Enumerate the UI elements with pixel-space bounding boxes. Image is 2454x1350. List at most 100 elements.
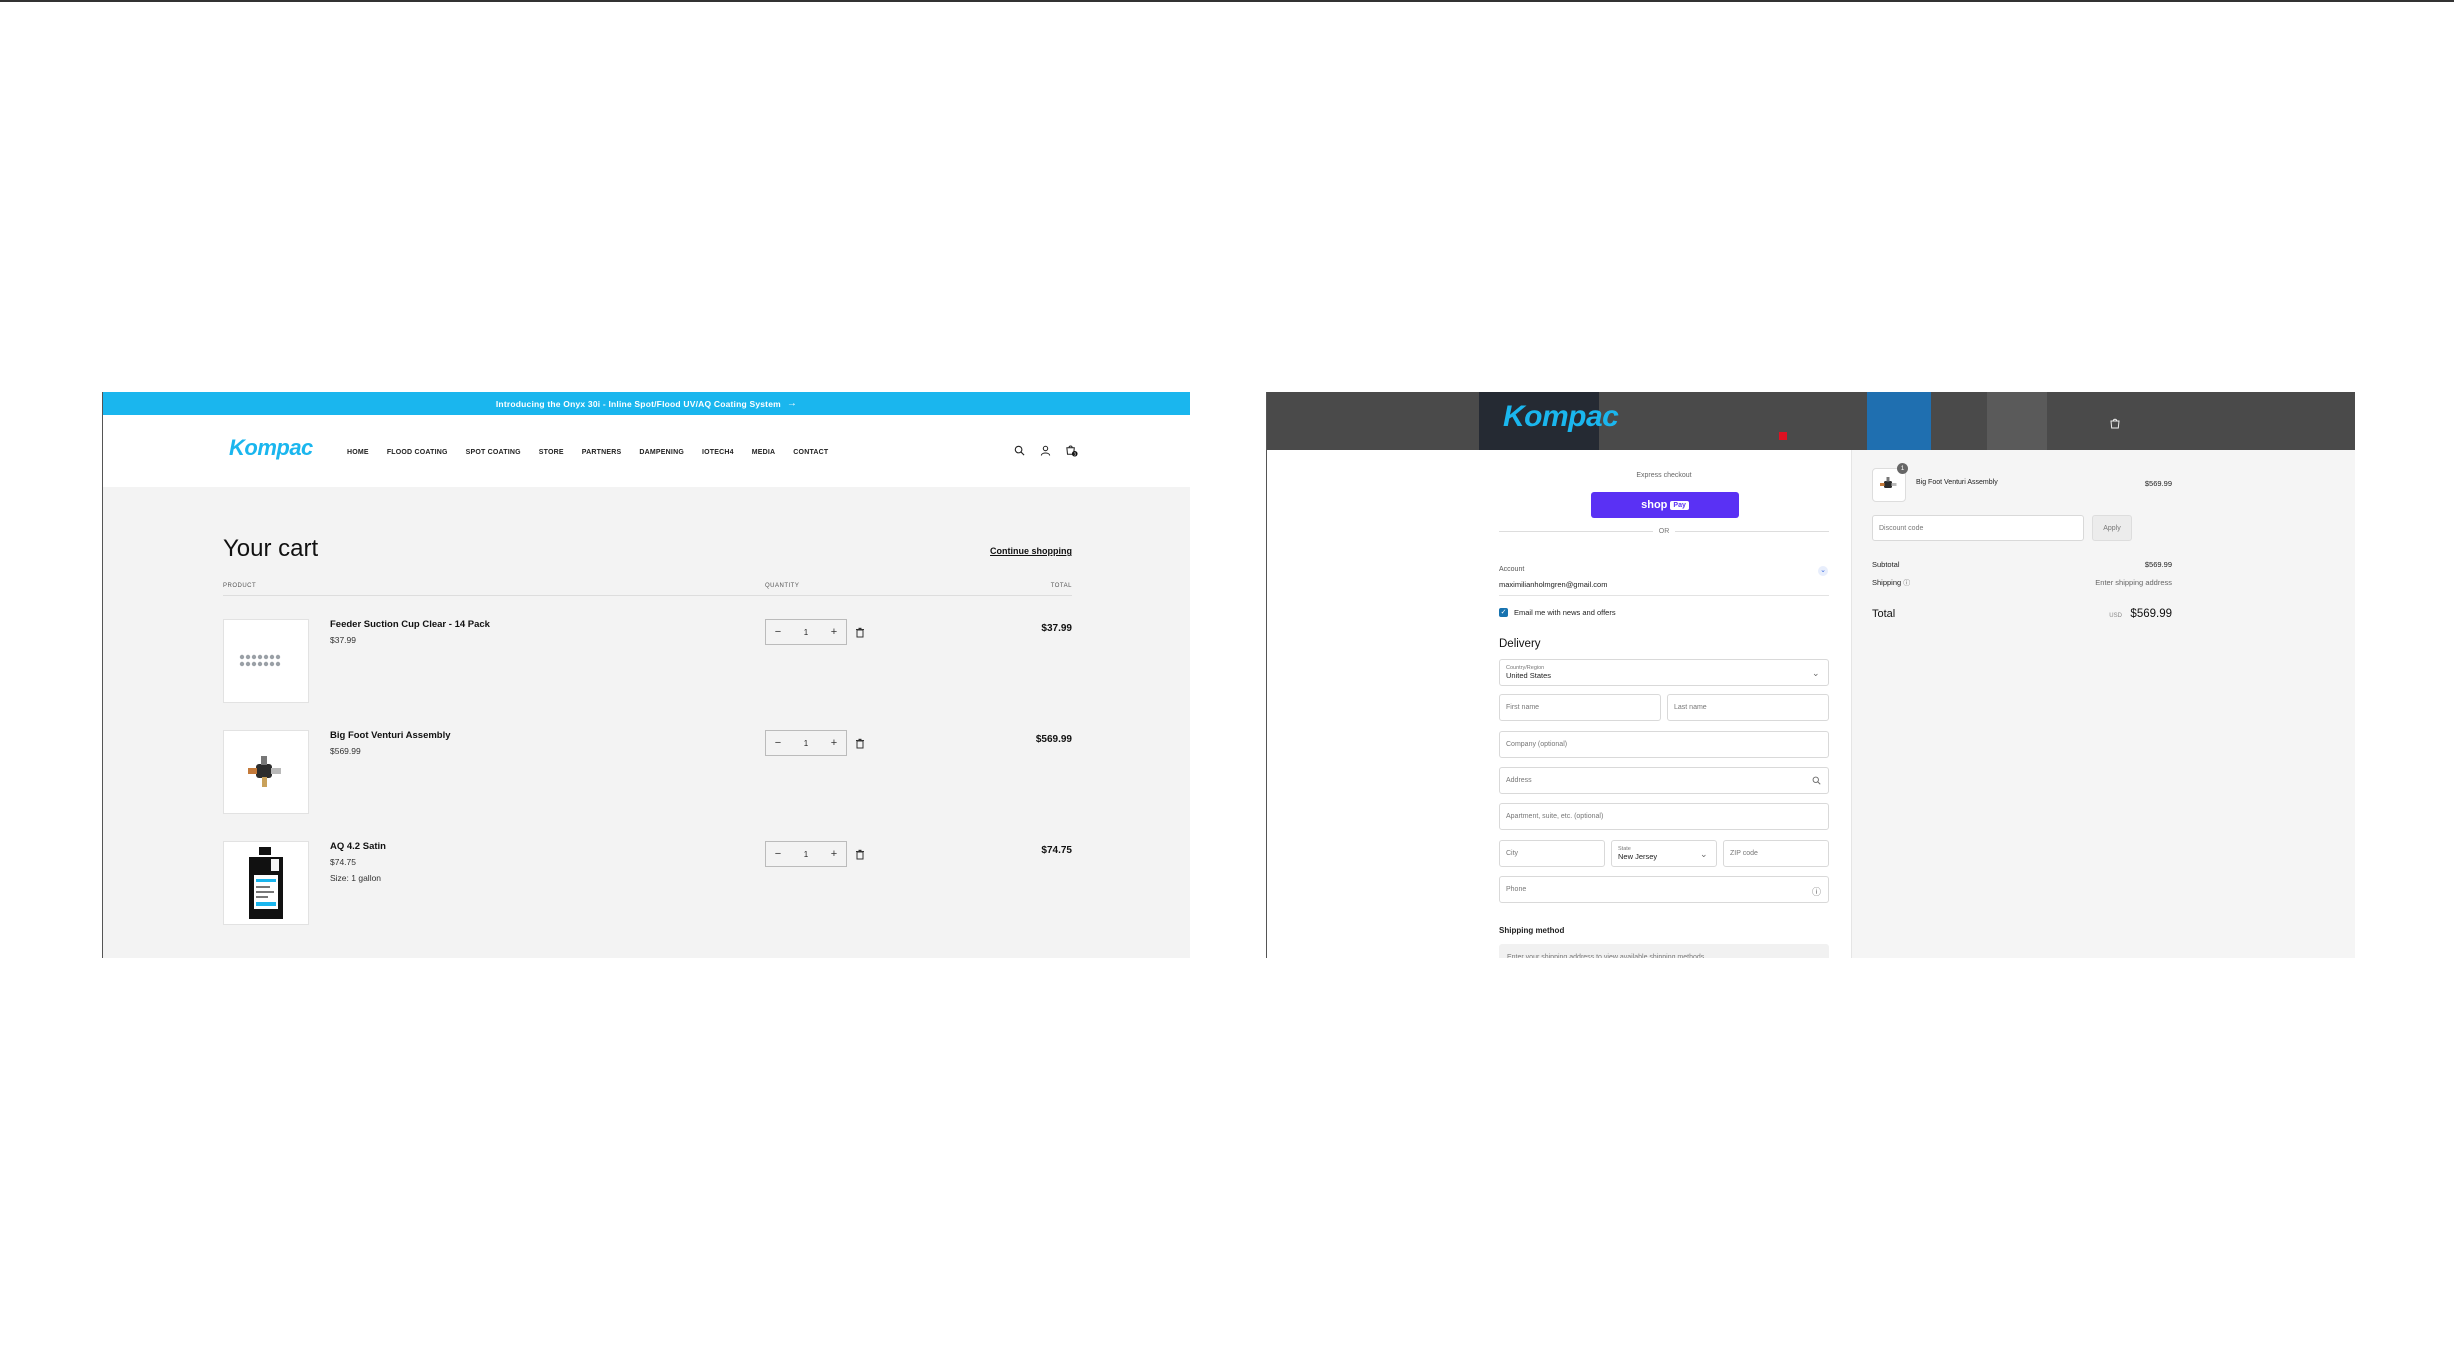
email-offers-checkbox[interactable]: ✓ (1499, 608, 1508, 617)
product-image-jug[interactable] (223, 841, 309, 925)
checkout-logo[interactable]: Kompac (1503, 400, 1619, 434)
total-value: $569.99 (2130, 608, 2172, 620)
shipping-method-notice: Enter your shipping address to view avai… (1499, 944, 1829, 958)
nav-spot-coating[interactable]: SPOT COATING (466, 449, 521, 456)
increase-quantity-button[interactable]: + (822, 626, 846, 638)
site-logo[interactable]: Kompac (229, 435, 313, 461)
account-icon[interactable] (1038, 443, 1052, 457)
bag-icon[interactable] (2109, 416, 2121, 429)
account-divider (1499, 595, 1829, 596)
express-checkout-label: Express checkout (1636, 472, 1692, 479)
decrease-quantity-button[interactable]: − (766, 737, 790, 749)
shop-pay-button[interactable]: shop Pay (1591, 492, 1739, 518)
discount-placeholder: Discount code (1879, 524, 1924, 532)
country-value: United States (1506, 671, 1552, 680)
nav-dampening[interactable]: DAMPENING (639, 449, 684, 456)
hero-machine-shape (1867, 392, 1931, 450)
chevron-down-icon[interactable]: ⌄ (1818, 566, 1828, 576)
continue-shopping-link[interactable]: Continue shopping (990, 546, 1072, 556)
col-header-total: TOTAL (1050, 583, 1072, 589)
account-label: Account (1499, 566, 1525, 573)
quantity-value[interactable]: 1 (804, 739, 808, 748)
subtotal-label: Subtotal (1872, 560, 1900, 569)
announcement-text: Introducing the Onyx 30i - Inline Spot/F… (495, 398, 781, 409)
product-image-suction-cups[interactable] (223, 619, 309, 703)
increase-quantity-button[interactable]: + (822, 737, 846, 749)
item-name[interactable]: AQ 4.2 Satin (330, 841, 386, 852)
nav-contact[interactable]: CONTACT (793, 449, 828, 456)
or-divider: OR (1499, 528, 1829, 535)
country-select[interactable]: Country/Region United States ⌄ (1499, 659, 1829, 686)
help-icon[interactable]: ⓘ (1903, 580, 1910, 587)
phone-placeholder: Phone (1506, 886, 1527, 893)
nav-iotech4[interactable]: IOTECH4 (702, 449, 734, 456)
quantity-badge: 1 (1897, 463, 1908, 474)
quantity-stepper: − 1 + (765, 619, 847, 645)
email-offers-option[interactable]: ✓ Email me with news and offers (1499, 608, 1616, 617)
quantity-value[interactable]: 1 (804, 628, 808, 637)
header-icons: 3 (1012, 443, 1078, 457)
checkout-page: Kompac Express checkout shop Pay OR Acco… (1266, 392, 2355, 958)
arrow-right-icon: → (786, 398, 798, 409)
trash-icon[interactable] (855, 847, 867, 860)
cart-page: Introducing the Onyx 30i - Inline Spot/F… (102, 392, 1190, 958)
summary-item: 1 Big Foot Venturi Assembly $569.99 (1872, 463, 2172, 502)
item-name[interactable]: Feeder Suction Cup Clear - 14 Pack (330, 619, 490, 630)
cart-icon[interactable]: 3 (1064, 443, 1078, 457)
shipping-value: Enter shipping address (2095, 578, 2172, 587)
summary-item-name: Big Foot Venturi Assembly (1916, 479, 1998, 486)
item-price: $569.99 (330, 746, 361, 756)
page-title: Your cart (223, 535, 319, 562)
checkout-form: Express checkout shop Pay OR Account max… (1267, 450, 1851, 958)
discount-code-input[interactable]: Discount code (1872, 515, 2084, 541)
delivery-heading: Delivery (1499, 638, 1541, 650)
product-image-venturi[interactable] (223, 730, 309, 814)
phone-field[interactable]: Phone ⓘ (1499, 876, 1829, 903)
cart-item: AQ 4.2 Satin $74.75 Size: 1 gallon − 1 +… (223, 841, 1072, 925)
apartment-field[interactable]: Apartment, suite, etc. (optional) (1499, 803, 1829, 830)
main-nav: HOME FLOOD COATING SPOT COATING STORE PA… (347, 449, 846, 456)
top-border (0, 0, 2454, 2)
trash-icon[interactable] (855, 736, 867, 749)
last-name-field[interactable]: Last name (1667, 694, 1829, 721)
nav-home[interactable]: HOME (347, 449, 369, 456)
state-select[interactable]: State New Jersey ⌄ (1611, 840, 1717, 867)
search-icon[interactable] (1012, 443, 1026, 457)
address-field[interactable]: Address (1499, 767, 1829, 794)
state-value: New Jersey (1618, 852, 1658, 861)
site-header: Kompac HOME FLOOD COATING SPOT COATING S… (103, 415, 1190, 487)
col-header-quantity: QUANTITY (765, 583, 800, 589)
company-field[interactable]: Company (optional) (1499, 731, 1829, 758)
shipping-label: Shipping (1872, 578, 1902, 587)
item-variant: Size: 1 gallon (330, 873, 382, 883)
item-name[interactable]: Big Foot Venturi Assembly (330, 730, 451, 741)
help-icon[interactable]: ⓘ (1812, 885, 1822, 897)
chevron-down-icon: ⌄ (1812, 668, 1820, 678)
company-placeholder: Company (optional) (1506, 741, 1568, 748)
shipping-method-heading: Shipping method (1499, 926, 1565, 935)
nav-partners[interactable]: PARTNERS (582, 449, 622, 456)
cart-body: Your cart Continue shopping PRODUCT QUAN… (103, 487, 1190, 958)
decrease-quantity-button[interactable]: − (766, 848, 790, 860)
last-name-placeholder: Last name (1674, 704, 1707, 711)
hero-machine-light (1779, 432, 1787, 440)
trash-icon[interactable] (855, 625, 867, 638)
col-header-product: PRODUCT (223, 583, 257, 589)
item-price: $74.75 (330, 857, 356, 867)
nav-media[interactable]: MEDIA (752, 449, 776, 456)
total-label: Total (1872, 608, 1896, 620)
quantity-value[interactable]: 1 (804, 850, 808, 859)
apply-button[interactable]: Apply (2092, 515, 2132, 541)
nav-store[interactable]: STORE (539, 449, 564, 456)
checkout-hero-banner: Kompac (1267, 392, 2355, 450)
announcement-bar[interactable]: Introducing the Onyx 30i - Inline Spot/F… (103, 392, 1190, 415)
first-name-field[interactable]: First name (1499, 694, 1661, 721)
nav-flood-coating[interactable]: FLOOD COATING (387, 449, 448, 456)
order-summary: 1 Big Foot Venturi Assembly $569.99 Disc… (1851, 450, 2355, 958)
currency-code: USD (2109, 613, 2122, 619)
zip-field[interactable]: ZIP code (1723, 840, 1829, 867)
decrease-quantity-button[interactable]: − (766, 626, 790, 638)
increase-quantity-button[interactable]: + (822, 848, 846, 860)
city-field[interactable]: City (1499, 840, 1605, 867)
apartment-placeholder: Apartment, suite, etc. (optional) (1506, 813, 1604, 820)
